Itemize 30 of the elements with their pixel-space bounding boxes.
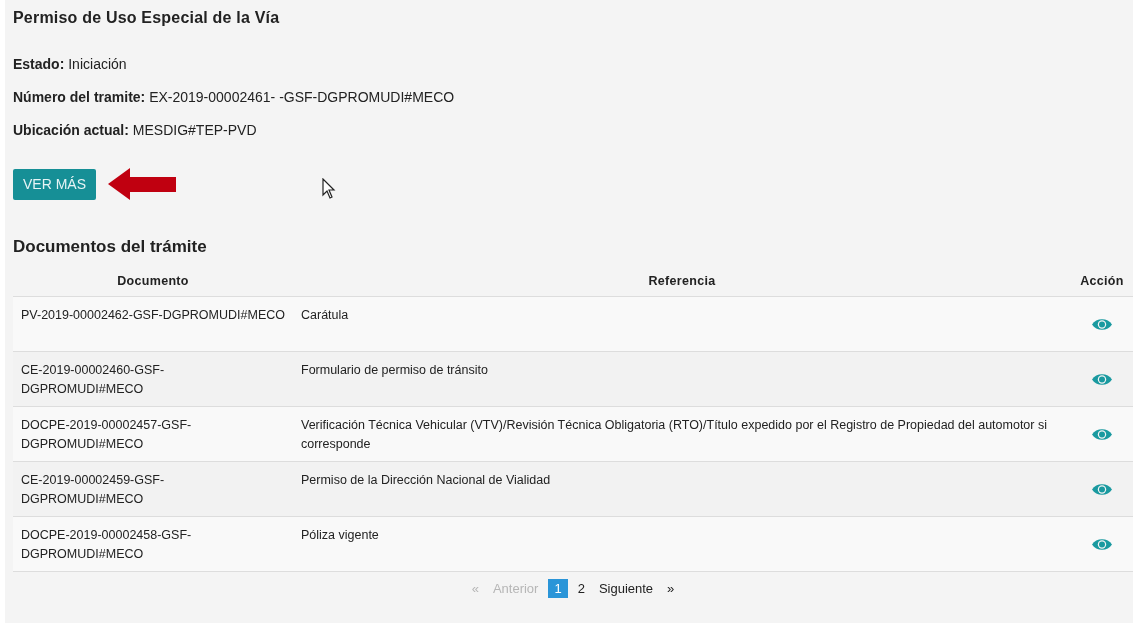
column-header: Documento	[13, 265, 293, 297]
table-cell: CE-2019-00002459-GSF-DGPROMUDI#MECO	[13, 461, 293, 517]
pagination-arrow[interactable]: »	[663, 578, 679, 598]
page-link[interactable]: 1	[548, 578, 568, 598]
table-cell: PV-2019-00002462-GSF-DGPROMUDI#MECO	[13, 296, 293, 352]
column-header: Referencia	[293, 265, 1071, 297]
page-link[interactable]: 2	[573, 578, 589, 598]
table-cell: Póliza vigente	[293, 516, 1071, 572]
view-icon[interactable]	[1091, 316, 1113, 332]
table-cell: DOCPE-2019-00002457-GSF-DGPROMUDI#MECO	[13, 406, 293, 462]
table-cell: Verificación Técnica Vehicular (VTV)/Revisión Técnica Obligatoria (RTO)/Título expedido por el Registro de Propiedad del automotor si corresponde	[293, 406, 1071, 462]
view-icon[interactable]	[1091, 371, 1113, 387]
pagination-link[interactable]: Siguiente	[594, 578, 658, 598]
page-title: Permiso de Uso Especial de la Vía	[13, 8, 281, 28]
table-cell: CE-2019-00002460-GSF-DGPROMUDI#MECO	[13, 351, 293, 407]
detail-line: Ubicación actual: MESDIG#TEP-PVD	[13, 122, 258, 139]
table-cell: Carátula	[293, 296, 1071, 352]
detail-line: Estado: Iniciación	[13, 56, 128, 73]
table-cell: Permiso de la Dirección Nacional de Vialidad	[293, 461, 1071, 517]
table-cell: Formulario de permiso de tránsito	[293, 351, 1071, 407]
cursor-icon	[322, 178, 336, 200]
section-heading: Documentos del trámite	[13, 237, 208, 258]
view-icon[interactable]	[1091, 481, 1113, 497]
table-cell: DOCPE-2019-00002458-GSF-DGPROMUDI#MECO	[13, 516, 293, 572]
ver-mas-button[interactable]: VER MÁS	[13, 168, 96, 200]
view-icon[interactable]	[1091, 426, 1113, 442]
annotation-arrow	[108, 167, 176, 201]
view-icon[interactable]	[1091, 536, 1113, 552]
detail-line: Número del tramite: EX-2019-00002461- -GSF-DGPROMUDI#MECO	[13, 89, 456, 106]
column-header: Acción	[1071, 265, 1133, 297]
